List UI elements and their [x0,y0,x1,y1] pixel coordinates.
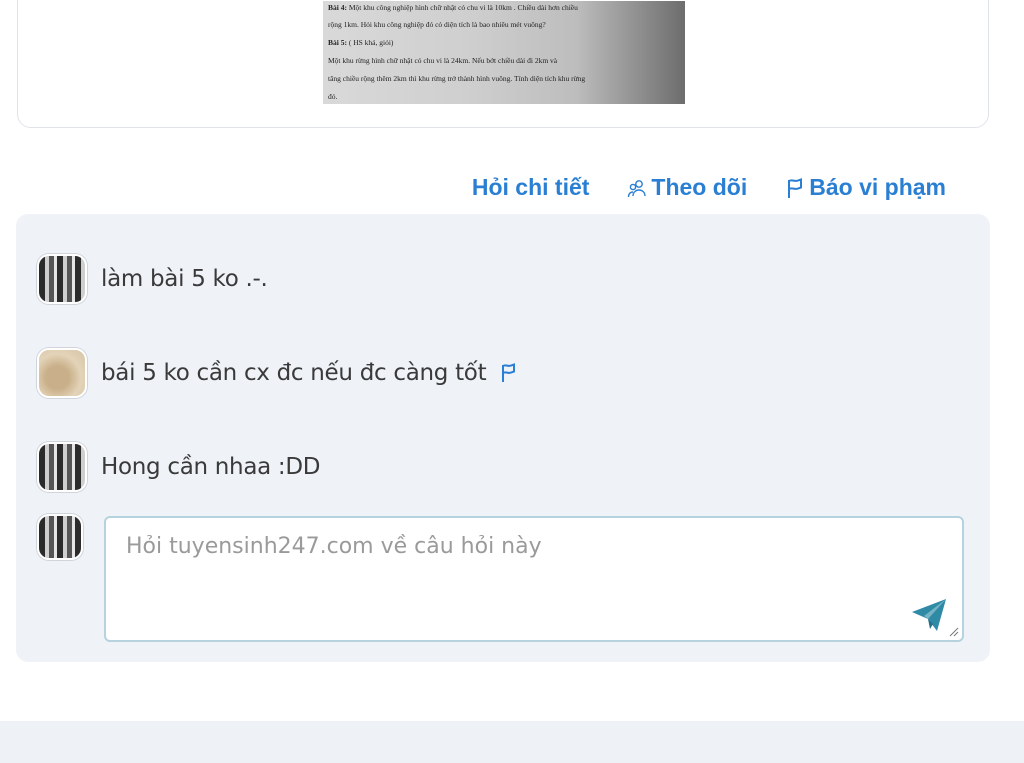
flag-icon [788,177,803,198]
comments-panel: làm bài 5 ko .-. bái 5 ko cần cx đc nếu … [16,214,990,662]
report-label: Báo vi phạm [809,174,946,200]
report-flag-icon[interactable] [500,363,518,383]
question-photo[interactable]: Bài 4: Một khu công nghiệp hình chữ nhật… [323,1,685,104]
people-icon [628,179,647,197]
follow-label: Theo dõi [651,174,748,200]
avatar[interactable] [37,254,87,304]
comment-text: bái 5 ko cần cx đc nếu đc càng tốt [101,360,487,386]
footer-band [0,721,1024,763]
photo-line: Bài 4: Một khu công nghiệp hình chữ nhật… [328,3,578,12]
current-user [37,514,83,560]
avatar[interactable] [37,514,83,560]
comment-item: Hong cần nhaa :DD [37,442,321,492]
photo-line: đó. [328,92,338,101]
paper-plane-icon[interactable] [910,596,948,634]
avatar[interactable] [37,348,87,398]
ask-detail-link[interactable]: Hỏi chi tiết [472,174,590,201]
photo-line: tăng chiều rộng thêm 2km thì khu rừng tr… [328,74,586,83]
photo-line: Một khu rừng hình chữ nhật có chu vi là … [328,56,558,65]
photo-line: rộng 1km. Hỏi khu công nghiệp đó có diện… [328,20,546,29]
action-bar: Hỏi chi tiết Theo dõi Báo vi phạm [472,174,946,201]
question-card: Bài 4: Một khu công nghiệp hình chữ nhật… [17,0,989,128]
reply-input[interactable] [106,518,962,640]
photo-line: Bài 5: ( HS khá, giỏi) [328,38,394,47]
report-link[interactable]: Báo vi phạm [785,174,946,201]
comment-text: làm bài 5 ko .-. [101,266,268,292]
comment-item: bái 5 ko cần cx đc nếu đc càng tốt [37,348,518,398]
reply-box [104,516,964,642]
comment-text: Hong cần nhaa :DD [101,454,321,480]
ask-detail-label: Hỏi chi tiết [471,174,590,200]
comment-item: làm bài 5 ko .-. [37,254,268,304]
avatar[interactable] [37,442,87,492]
resize-handle-icon[interactable] [947,625,959,637]
follow-link[interactable]: Theo dõi [627,174,747,201]
